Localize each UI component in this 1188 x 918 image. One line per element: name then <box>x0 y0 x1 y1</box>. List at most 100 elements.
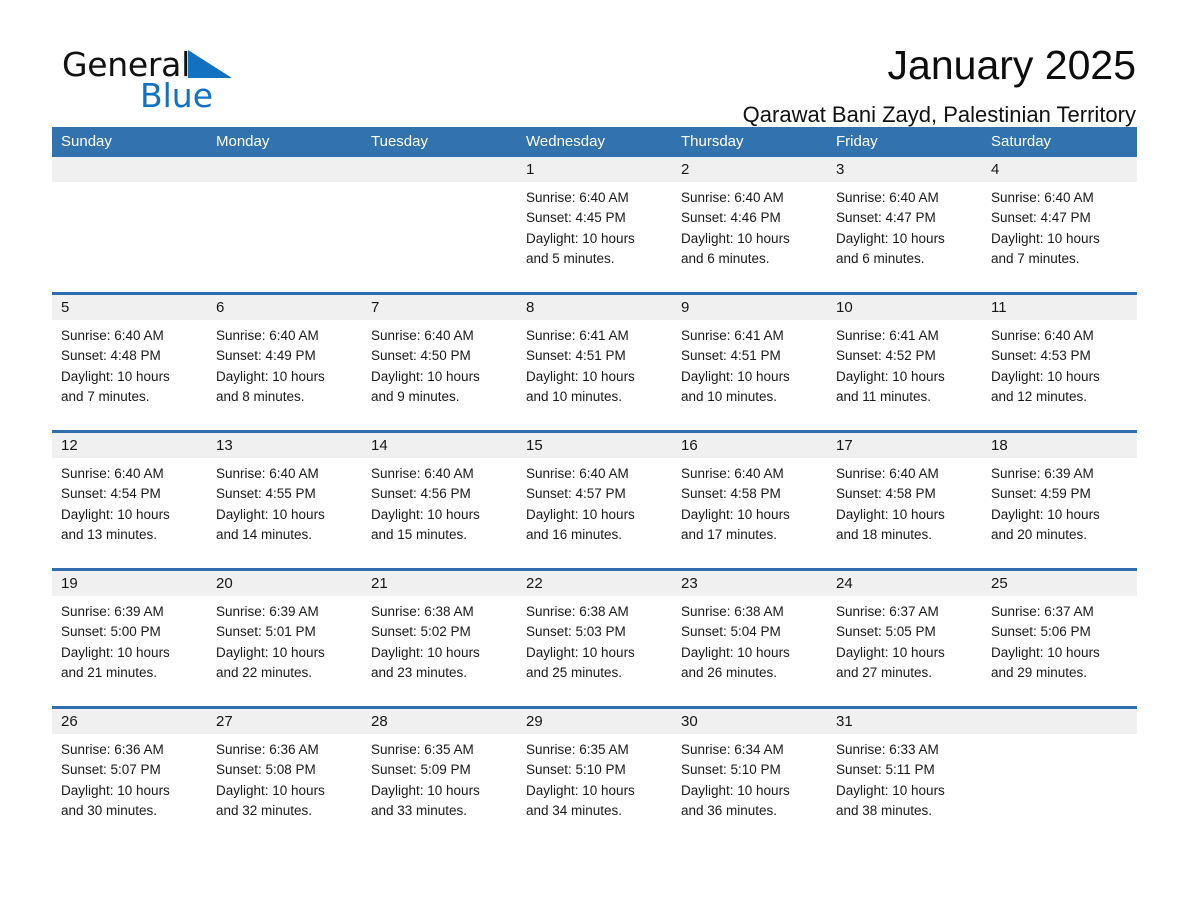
sunset-text: Sunset: 4:48 PM <box>61 348 161 364</box>
calendar-day-cell[interactable]: 7 Sunrise: 6:40 AM Sunset: 4:50 PM Daylight… <box>362 295 517 424</box>
sunset-text: Sunset: 4:51 PM <box>526 348 626 364</box>
calendar-cell-empty <box>362 157 517 286</box>
calendar-day-cell[interactable]: 30 Sunrise: 6:34 AM Sunset: 5:10 PM Dayligh… <box>672 709 827 838</box>
sunrise-text: Sunrise: 6:40 AM <box>61 328 164 343</box>
daylight-text-line1: Daylight: 10 hours <box>526 782 635 798</box>
day-number: 16 <box>681 437 698 454</box>
calendar-day-cell[interactable]: 15 Sunrise: 6:40 AM Sunset: 4:57 PM Dayligh… <box>517 433 672 562</box>
day-number: 20 <box>216 575 233 592</box>
daylight-text-line2: and 13 minutes. <box>61 526 158 542</box>
calendar-day-cell[interactable]: 19 Sunrise: 6:39 AM Sunset: 5:00 PM Dayligh… <box>52 571 207 700</box>
day-number: 31 <box>836 713 853 730</box>
calendar-week-grid: 19 Sunrise: 6:39 AM Sunset: 5:00 PM Dayligh… <box>52 571 1137 700</box>
calendar-day-cell[interactable]: 27 Sunrise: 6:36 AM Sunset: 5:08 PM Dayligh… <box>207 709 362 838</box>
sunrise-text: Sunrise: 6:40 AM <box>216 466 319 481</box>
calendar-day-cell[interactable]: 6 Sunrise: 6:40 AM Sunset: 4:49 PM Daylight… <box>207 295 362 424</box>
calendar-day-cell[interactable]: 4 Sunrise: 6:40 AM Sunset: 4:47 PM Daylight… <box>982 157 1137 286</box>
calendar-week-row: 19 Sunrise: 6:39 AM Sunset: 5:00 PM Dayligh… <box>52 568 1137 700</box>
calendar-day-cell[interactable]: 10 Sunrise: 6:41 AM Sunset: 4:52 PM Dayligh… <box>827 295 982 424</box>
sunrise-text: Sunrise: 6:36 AM <box>216 742 319 757</box>
daylight-text-line2: and 36 minutes. <box>681 802 778 818</box>
sunrise-text: Sunrise: 6:38 AM <box>526 604 629 619</box>
calendar-cell-empty <box>982 709 1137 838</box>
daylight-text-line1: Daylight: 10 hours <box>836 368 945 384</box>
calendar-day-cell[interactable]: 8 Sunrise: 6:41 AM Sunset: 4:51 PM Daylight… <box>517 295 672 424</box>
calendar-day-cell[interactable]: 28 Sunrise: 6:35 AM Sunset: 5:09 PM Dayligh… <box>362 709 517 838</box>
calendar-day-cell[interactable]: 1 Sunrise: 6:40 AM Sunset: 4:45 PM Daylight… <box>517 157 672 286</box>
sunset-text: Sunset: 5:00 PM <box>61 624 161 640</box>
day-info: Sunrise: 6:41 AM Sunset: 4:51 PM Daylight:… <box>526 320 672 407</box>
day-number: 3 <box>836 161 845 178</box>
day-info: Sunrise: 6:36 AM Sunset: 5:07 PM Daylight:… <box>61 734 207 821</box>
day-number: 23 <box>681 575 698 592</box>
calendar-day-cell[interactable]: 24 Sunrise: 6:37 AM Sunset: 5:05 PM Dayligh… <box>827 571 982 700</box>
calendar-day-cell[interactable]: 11 Sunrise: 6:40 AM Sunset: 4:53 PM Dayligh… <box>982 295 1137 424</box>
sunrise-text: Sunrise: 6:40 AM <box>526 190 629 205</box>
calendar-day-cell[interactable]: 26 Sunrise: 6:36 AM Sunset: 5:07 PM Dayligh… <box>52 709 207 838</box>
daylight-text-line2: and 22 minutes. <box>216 664 313 680</box>
calendar-day-cell[interactable]: 3 Sunrise: 6:40 AM Sunset: 4:47 PM Daylight… <box>827 157 982 286</box>
day-info: Sunrise: 6:40 AM Sunset: 4:58 PM Daylight:… <box>681 458 827 545</box>
sunset-text: Sunset: 5:05 PM <box>836 624 936 640</box>
calendar-day-cell[interactable]: 22 Sunrise: 6:38 AM Sunset: 5:03 PM Dayligh… <box>517 571 672 700</box>
daylight-text-line1: Daylight: 10 hours <box>61 644 170 660</box>
day-info: Sunrise: 6:40 AM Sunset: 4:58 PM Daylight:… <box>836 458 982 545</box>
day-number: 7 <box>371 299 380 316</box>
daylight-text-line1: Daylight: 10 hours <box>836 506 945 522</box>
day-info: Sunrise: 6:38 AM Sunset: 5:03 PM Daylight:… <box>526 596 672 683</box>
daylight-text-line2: and 5 minutes. <box>526 250 615 266</box>
daylight-text-line1: Daylight: 10 hours <box>526 368 635 384</box>
daylight-text-line2: and 15 minutes. <box>371 526 468 542</box>
calendar-day-cell[interactable]: 23 Sunrise: 6:38 AM Sunset: 5:04 PM Dayligh… <box>672 571 827 700</box>
daylight-text-line2: and 8 minutes. <box>216 388 305 404</box>
calendar-day-cell[interactable]: 16 Sunrise: 6:40 AM Sunset: 4:58 PM Dayligh… <box>672 433 827 562</box>
daylight-text-line2: and 20 minutes. <box>991 526 1088 542</box>
day-number <box>216 157 362 182</box>
calendar-day-cell[interactable]: 12 Sunrise: 6:40 AM Sunset: 4:54 PM Dayligh… <box>52 433 207 562</box>
daylight-text-line1: Daylight: 10 hours <box>371 644 480 660</box>
calendar-day-cell[interactable]: 21 Sunrise: 6:38 AM Sunset: 5:02 PM Dayligh… <box>362 571 517 700</box>
sunrise-text: Sunrise: 6:40 AM <box>216 328 319 343</box>
daylight-text-line1: Daylight: 10 hours <box>836 230 945 246</box>
calendar-day-cell[interactable]: 14 Sunrise: 6:40 AM Sunset: 4:56 PM Dayligh… <box>362 433 517 562</box>
sunrise-text: Sunrise: 6:40 AM <box>371 466 474 481</box>
calendar-week-row: 12 Sunrise: 6:40 AM Sunset: 4:54 PM Dayligh… <box>52 430 1137 562</box>
sunset-text: Sunset: 5:09 PM <box>371 762 471 778</box>
calendar-day-cell[interactable]: 18 Sunrise: 6:39 AM Sunset: 4:59 PM Dayligh… <box>982 433 1137 562</box>
brand-triangle-icon <box>187 50 232 83</box>
weekday-header-wednesday: Wednesday <box>526 133 605 150</box>
sunrise-text: Sunrise: 6:40 AM <box>836 190 939 205</box>
calendar-day-cell[interactable]: 2 Sunrise: 6:40 AM Sunset: 4:46 PM Daylight… <box>672 157 827 286</box>
weekday-header-saturday: Saturday <box>991 133 1052 150</box>
sunset-text: Sunset: 4:57 PM <box>526 486 626 502</box>
sunrise-text: Sunrise: 6:37 AM <box>991 604 1094 619</box>
daylight-text-line1: Daylight: 10 hours <box>216 782 325 798</box>
day-number: 21 <box>371 575 388 592</box>
calendar-day-cell[interactable]: 13 Sunrise: 6:40 AM Sunset: 4:55 PM Dayligh… <box>207 433 362 562</box>
sunset-text: Sunset: 5:04 PM <box>681 624 781 640</box>
brand-logo[interactable]: General Blue <box>62 48 232 112</box>
calendar-day-cell[interactable]: 25 Sunrise: 6:37 AM Sunset: 5:06 PM Dayligh… <box>982 571 1137 700</box>
sunrise-text: Sunrise: 6:40 AM <box>371 328 474 343</box>
sunset-text: Sunset: 4:45 PM <box>526 210 626 226</box>
daylight-text-line1: Daylight: 10 hours <box>526 644 635 660</box>
calendar-week-grid: 26 Sunrise: 6:36 AM Sunset: 5:07 PM Dayligh… <box>52 709 1137 838</box>
sunrise-text: Sunrise: 6:39 AM <box>61 604 164 619</box>
day-number: 22 <box>526 575 543 592</box>
daylight-text-line1: Daylight: 10 hours <box>991 506 1100 522</box>
sunrise-text: Sunrise: 6:35 AM <box>371 742 474 757</box>
sunrise-text: Sunrise: 6:41 AM <box>836 328 939 343</box>
calendar-week-grid: 5 Sunrise: 6:40 AM Sunset: 4:48 PM Daylight… <box>52 295 1137 424</box>
calendar-day-cell[interactable]: 17 Sunrise: 6:40 AM Sunset: 4:58 PM Dayligh… <box>827 433 982 562</box>
daylight-text-line2: and 7 minutes. <box>61 388 150 404</box>
day-number: 5 <box>61 299 70 316</box>
calendar-day-cell[interactable]: 20 Sunrise: 6:39 AM Sunset: 5:01 PM Dayligh… <box>207 571 362 700</box>
daylight-text-line2: and 27 minutes. <box>836 664 933 680</box>
calendar-day-cell[interactable]: 5 Sunrise: 6:40 AM Sunset: 4:48 PM Daylight… <box>52 295 207 424</box>
sunset-text: Sunset: 5:06 PM <box>991 624 1091 640</box>
daylight-text-line2: and 16 minutes. <box>526 526 623 542</box>
day-number: 2 <box>681 161 690 178</box>
calendar-day-cell[interactable]: 9 Sunrise: 6:41 AM Sunset: 4:51 PM Daylight… <box>672 295 827 424</box>
calendar-day-cell[interactable]: 29 Sunrise: 6:35 AM Sunset: 5:10 PM Dayligh… <box>517 709 672 838</box>
calendar-day-cell[interactable]: 31 Sunrise: 6:33 AM Sunset: 5:11 PM Dayligh… <box>827 709 982 838</box>
